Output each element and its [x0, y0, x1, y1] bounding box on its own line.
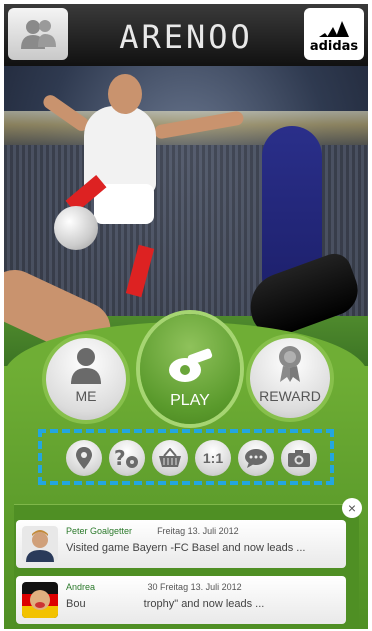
feed-author: Andrea: [66, 582, 96, 592]
play-button[interactable]: PLAY: [140, 314, 240, 424]
reward-button[interactable]: REWARD: [250, 338, 330, 418]
location-pin-icon: [76, 447, 92, 469]
adidas-button[interactable]: adidas: [304, 8, 364, 60]
camera-icon: [288, 450, 310, 467]
app-frame: ARENOO adidas ME PLAY REWARD ? 1:1 × Pet…: [4, 4, 368, 629]
avatar: [22, 526, 58, 562]
feed-meta: Peter Goalgetter Freitag 13. Juli 2012: [66, 526, 239, 536]
feed-text-end: trophy" and now leads ...: [143, 598, 265, 610]
quiz-button[interactable]: ?: [109, 440, 145, 476]
chat-button[interactable]: [238, 440, 274, 476]
close-feed-button[interactable]: ×: [342, 498, 362, 518]
avatar: [22, 582, 58, 618]
feed-time: 30 Freitag 13. Juli 2012: [147, 582, 242, 592]
chat-bubble-icon: [245, 449, 267, 468]
feed-text-start: Bou: [66, 598, 86, 610]
feed-time: Freitag 13. Juli 2012: [157, 526, 239, 536]
feed-text: Bou trophy" and now leads ...: [66, 598, 264, 610]
medal-icon: [279, 346, 301, 382]
football: [54, 206, 98, 250]
feed-item[interactable]: Peter Goalgetter Freitag 13. Juli 2012 V…: [16, 520, 346, 568]
player-head: [108, 74, 142, 114]
quiz-ball-icon: ?: [114, 446, 138, 470]
shop-button[interactable]: [152, 440, 188, 476]
person-icon: [71, 348, 101, 384]
feed-item[interactable]: Andrea 30 Freitag 13. Juli 2012 Bou trop…: [16, 576, 346, 624]
friends-button[interactable]: [8, 8, 68, 60]
me-label: ME: [75, 388, 97, 404]
camera-button[interactable]: [281, 440, 317, 476]
app-title: ARENOO: [119, 18, 253, 56]
users-icon: [21, 20, 56, 49]
svg-text:?: ?: [114, 446, 126, 470]
feed-text: Visited game Bayern -FC Basel and now le…: [66, 542, 306, 554]
one-on-one-icon: 1:1: [202, 450, 224, 466]
feed-author: Peter Goalgetter: [66, 526, 133, 536]
brand-label: adidas: [309, 38, 359, 54]
top-bar: ARENOO adidas: [4, 4, 368, 66]
play-label: PLAY: [170, 392, 210, 409]
location-button[interactable]: [66, 440, 102, 476]
feed-meta: Andrea 30 Freitag 13. Juli 2012: [66, 582, 242, 592]
me-button[interactable]: ME: [46, 338, 126, 420]
reward-label: REWARD: [259, 388, 321, 404]
whistle-icon: [169, 348, 213, 382]
basket-icon: [159, 448, 181, 467]
adidas-logo-icon: [319, 20, 349, 37]
one-on-one-button[interactable]: 1:1: [195, 440, 231, 476]
